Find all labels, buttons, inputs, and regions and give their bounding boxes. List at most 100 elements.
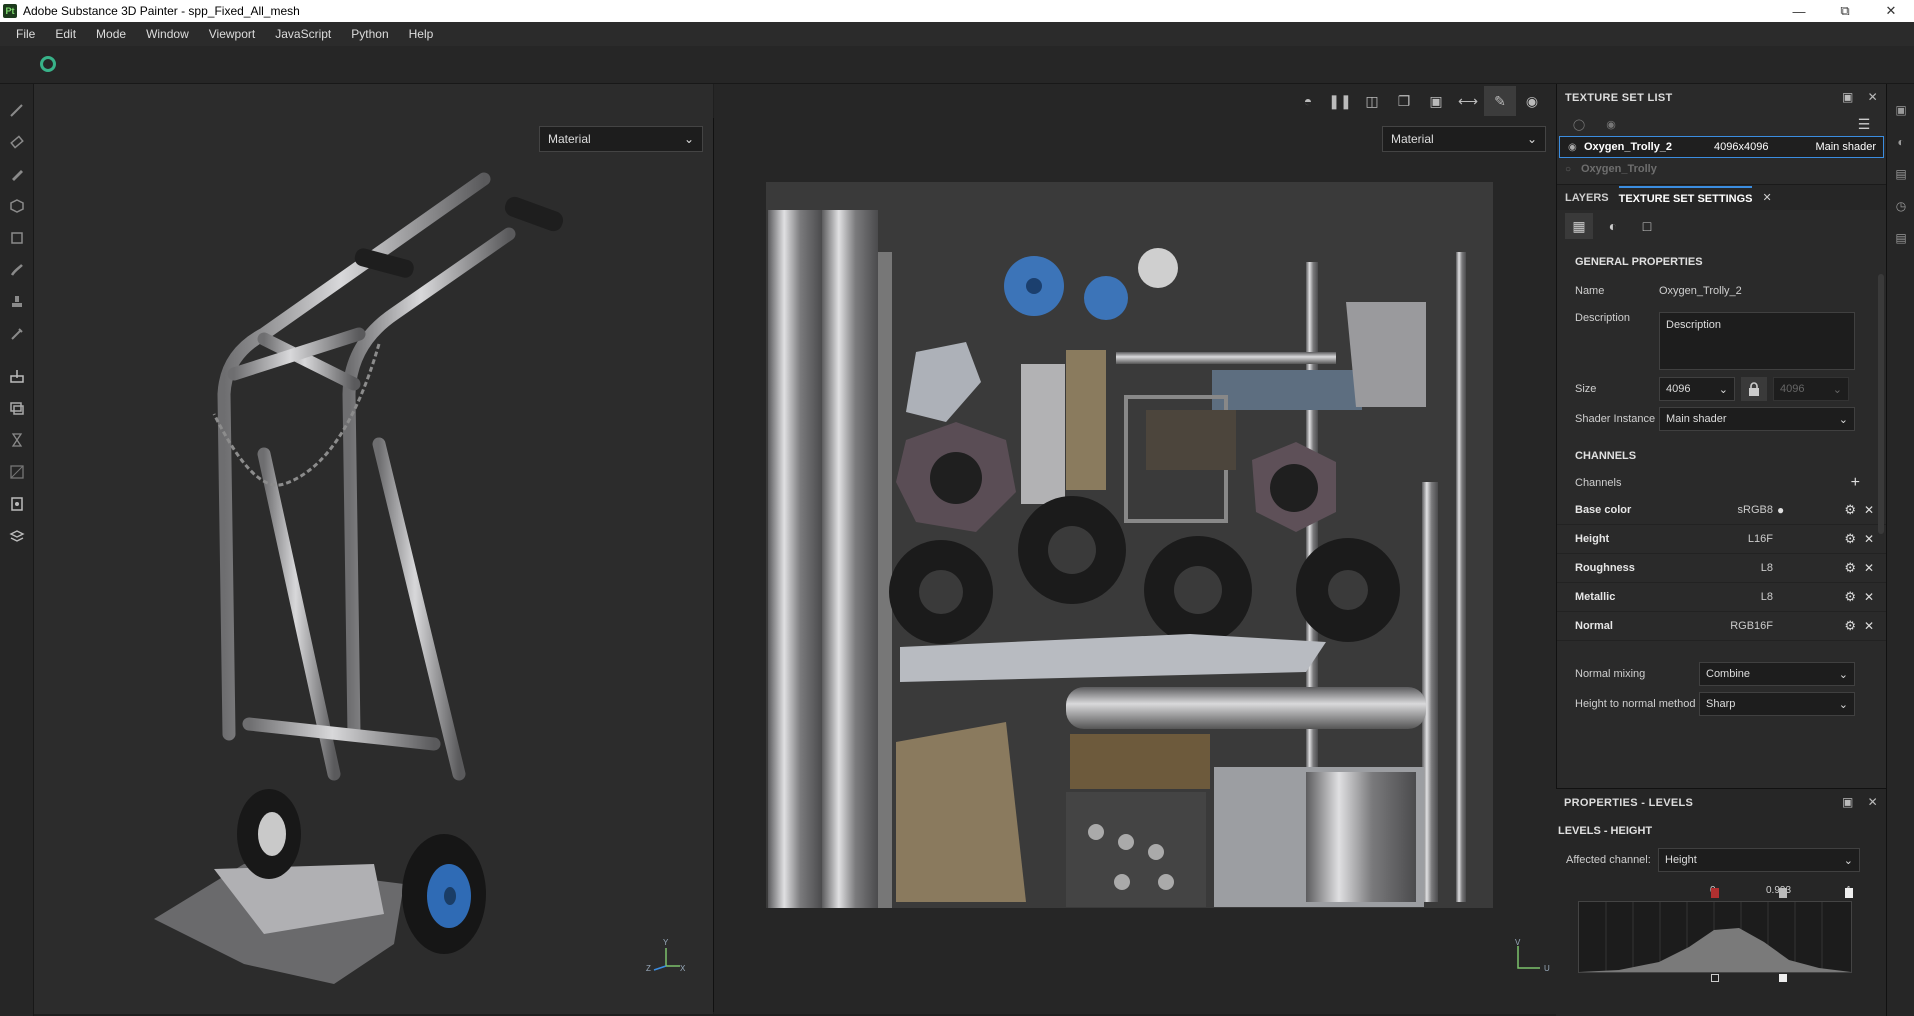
hourglass-icon[interactable] (0, 424, 34, 456)
log-icon[interactable]: ▤ (1887, 222, 1914, 254)
close-tab-icon[interactable]: ✕ (1762, 191, 1771, 204)
remove-channel-icon[interactable]: ✕ (1864, 619, 1874, 633)
list-menu-icon[interactable]: ☰ (1850, 111, 1878, 137)
close-panel-icon[interactable]: ✕ (1868, 795, 1878, 809)
visibility-eye-icon[interactable]: ○ (1565, 164, 1581, 175)
menu-python[interactable]: Python (351, 27, 388, 41)
menu-edit[interactable]: Edit (55, 27, 76, 41)
pause-icon[interactable]: ❚❚ (1324, 86, 1356, 116)
channel-row[interactable]: Roughness L8 ⚙ ✕ (1557, 554, 1886, 583)
gear-icon[interactable]: ⚙ (1844, 618, 1856, 634)
brush-icon[interactable]: ✎ (1484, 86, 1516, 116)
gear-icon[interactable]: ⚙ (1844, 589, 1856, 605)
hide-icon[interactable]: ◓ (1292, 86, 1324, 116)
levels-low-handle[interactable] (1711, 888, 1719, 898)
chevron-down-icon: ⌄ (683, 132, 694, 146)
minimize-button[interactable]: — (1776, 0, 1822, 22)
panel-scrollbar[interactable] (1878, 274, 1884, 534)
size-height-dropdown[interactable]: 4096 ⌄ (1773, 377, 1849, 401)
remove-channel-icon[interactable]: ✕ (1864, 561, 1874, 575)
display-settings-icon[interactable]: ▣ (1887, 94, 1914, 126)
remove-channel-icon[interactable]: ✕ (1864, 532, 1874, 546)
channel-format[interactable]: L16F (1725, 533, 1773, 545)
height-to-normal-row: Height to normal method Sharp ⌄ (1557, 689, 1886, 719)
close-panel-icon[interactable]: ✕ (1868, 90, 1878, 104)
tab-texture-set-settings[interactable]: TEXTURE SET SETTINGS (1618, 185, 1753, 210)
document-icon[interactable] (0, 488, 34, 520)
split-view-icon[interactable]: ◫ (1356, 86, 1388, 116)
menu-window[interactable]: Window (146, 27, 189, 41)
normal-mixing-dropdown[interactable]: Combine ⌄ (1699, 662, 1855, 686)
channel-row[interactable]: Metallic L8 ⚙ ✕ (1557, 583, 1886, 612)
shader-settings-icon[interactable]: ◐ (1887, 126, 1914, 158)
size-dropdown[interactable]: 4096 ⌄ (1659, 377, 1735, 401)
restore-button[interactable]: ⧉ (1822, 0, 1868, 22)
channel-row[interactable]: Height L16F ⚙ ✕ (1557, 525, 1886, 554)
menu-help[interactable]: Help (409, 27, 434, 41)
float-panel-icon[interactable]: ▣ (1842, 795, 1854, 809)
paint-brush-icon[interactable] (0, 94, 34, 126)
levels-mid-handle[interactable] (1779, 888, 1787, 898)
remove-channel-icon[interactable]: ✕ (1864, 590, 1874, 604)
shader-instance-dropdown[interactable]: Main shader ⌄ (1659, 407, 1855, 431)
levels-histogram[interactable] (1578, 888, 1853, 982)
menu-viewport[interactable]: Viewport (209, 27, 255, 41)
eye-icon[interactable]: ◉ (1597, 111, 1625, 137)
affected-channel-dropdown[interactable]: Height ⌄ (1658, 848, 1860, 872)
name-value[interactable]: Oxygen_Trolly_2 (1659, 285, 1742, 297)
menu-file[interactable]: File (16, 27, 35, 41)
menu-javascript[interactable]: JavaScript (275, 27, 331, 41)
description-textarea[interactable]: Description (1659, 312, 1855, 370)
shader-sphere-icon[interactable]: ◐ (1599, 213, 1627, 239)
height-to-normal-dropdown[interactable]: Sharp ⌄ (1699, 692, 1855, 716)
camera-video-icon[interactable]: ▣ (1420, 86, 1452, 116)
add-channel-icon[interactable]: + (1851, 474, 1860, 492)
viewport-2d-mode-dropdown[interactable]: Material ⌄ (1382, 126, 1546, 152)
remove-channel-icon[interactable]: ✕ (1864, 503, 1874, 517)
levels-high-handle[interactable] (1845, 888, 1853, 898)
eraser-icon[interactable] (0, 126, 34, 158)
texture-set-row[interactable]: ◉ Oxygen_Trolly_2 4096x4096 Main shader (1559, 136, 1884, 158)
viewport-3d[interactable]: Material ⌄ Y X Z (34, 84, 713, 1014)
projection-icon[interactable] (0, 158, 34, 190)
color-space-icon[interactable]: ● (1777, 503, 1784, 517)
texture-set-row[interactable]: ○ Oxygen_Trolly (1557, 158, 1886, 180)
channel-format[interactable]: L8 (1725, 562, 1773, 574)
lock-icon[interactable] (1741, 377, 1767, 401)
close-button[interactable]: ✕ (1868, 0, 1914, 22)
levels-output-low-handle[interactable] (1711, 974, 1719, 982)
channel-format[interactable]: sRGB8 (1725, 504, 1773, 516)
float-panel-icon[interactable]: ▣ (1842, 90, 1854, 104)
bake-mesh-maps-icon[interactable]: ▦ (1565, 213, 1593, 239)
cube-icon[interactable]: ❐ (1388, 86, 1420, 116)
crop-uv-icon[interactable]: □ (1633, 213, 1661, 239)
channel-row[interactable]: Normal RGB16F ⚙ ✕ (1557, 612, 1886, 641)
channel-row[interactable]: Base color sRGB8 ● ⚙ ✕ (1557, 496, 1886, 525)
clone-stamp-icon[interactable] (0, 286, 34, 318)
material-icon[interactable] (0, 392, 34, 424)
geometry-mask-icon[interactable] (0, 190, 34, 222)
channel-format[interactable]: RGB16F (1725, 620, 1773, 632)
symmetry-icon[interactable]: ⟷ (1452, 86, 1484, 116)
affected-channel-row: Affected channel: Height ⌄ (1556, 845, 1886, 875)
smudge-icon[interactable] (0, 254, 34, 286)
gear-icon[interactable]: ⚙ (1844, 502, 1856, 518)
gear-icon[interactable]: ⚙ (1844, 531, 1856, 547)
bake-icon[interactable] (0, 360, 34, 392)
visibility-eye-icon[interactable]: ◉ (1568, 142, 1584, 153)
polygon-fill-icon[interactable] (0, 222, 34, 254)
uv-icon[interactable] (0, 456, 34, 488)
viewport-3d-mode-dropdown[interactable]: Material ⌄ (539, 126, 703, 152)
color-picker-icon[interactable] (0, 318, 34, 350)
hide-all-icon[interactable]: ◯ (1565, 111, 1593, 137)
history-icon[interactable]: ◷ (1887, 190, 1914, 222)
tab-layers[interactable]: LAYERS (1565, 192, 1609, 204)
gear-icon[interactable]: ⚙ (1844, 560, 1856, 576)
menu-mode[interactable]: Mode (96, 27, 126, 41)
screenshot-camera-icon[interactable]: ◉ (1516, 86, 1548, 116)
assets-icon[interactable]: ▤ (1887, 158, 1914, 190)
size-height-value: 4096 (1780, 383, 1805, 395)
levels-output-high-handle[interactable] (1779, 974, 1787, 982)
library-icon[interactable] (0, 520, 34, 552)
channel-format[interactable]: L8 (1725, 591, 1773, 603)
